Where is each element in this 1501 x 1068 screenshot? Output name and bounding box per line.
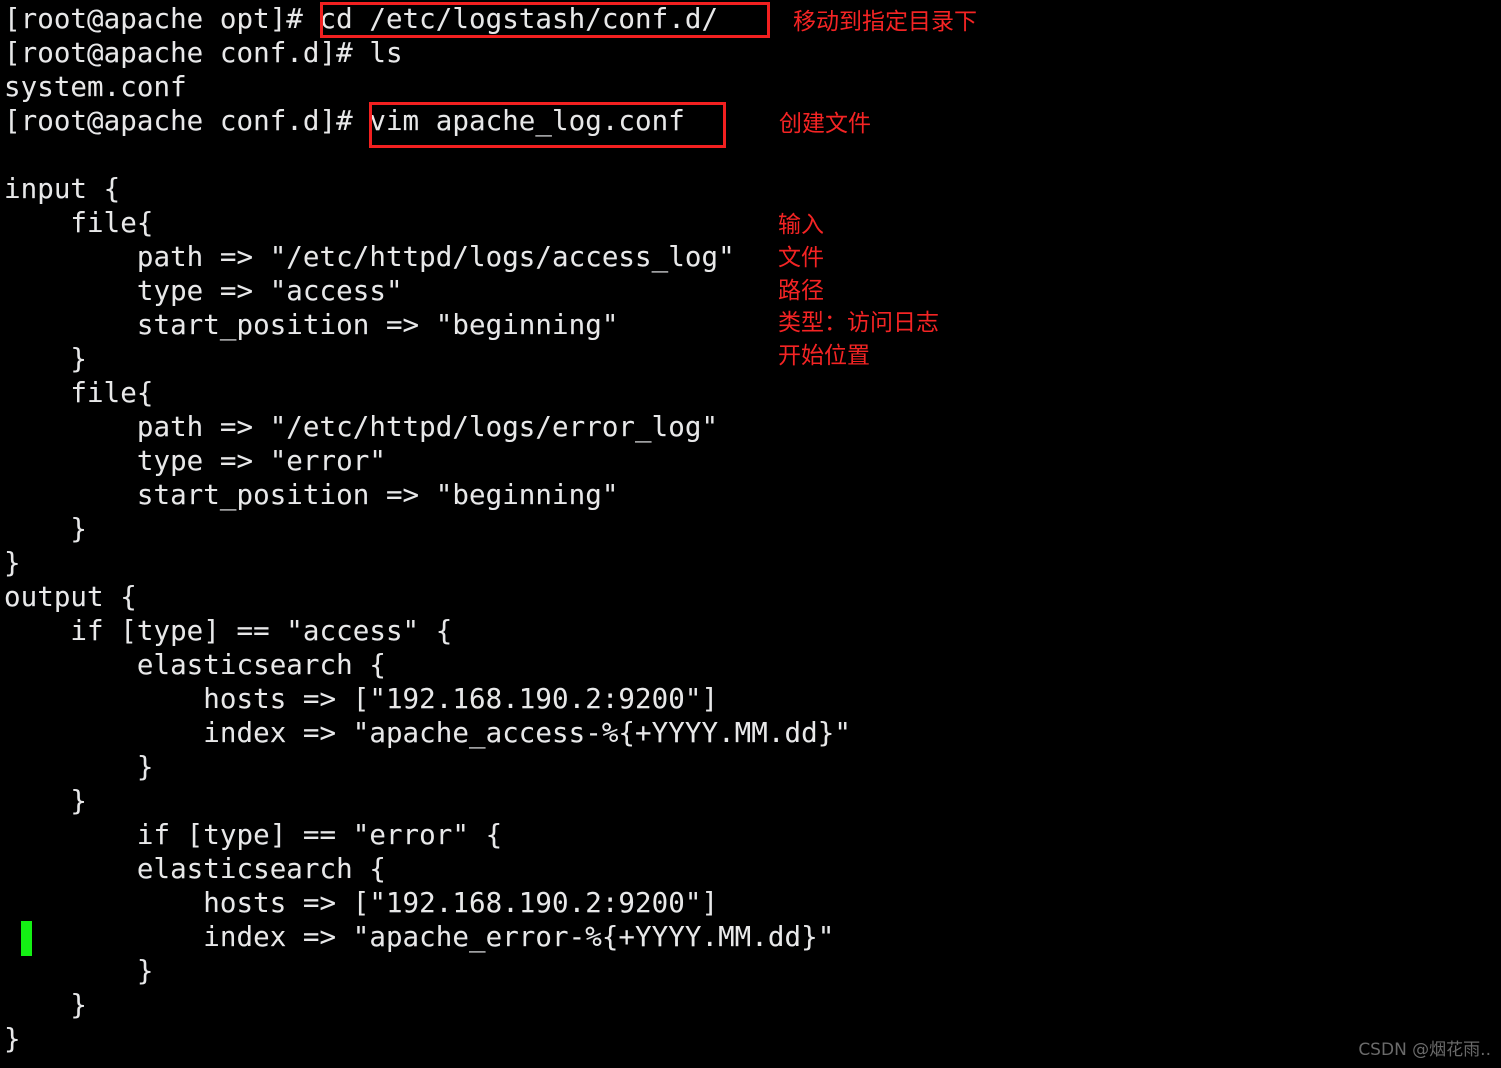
terminal-line: elasticsearch { bbox=[4, 853, 386, 885]
terminal-line: file{ bbox=[4, 377, 154, 409]
terminal-line: system.conf bbox=[4, 71, 187, 103]
terminal-line: } bbox=[4, 513, 88, 545]
terminal-line: if [type] == "error" { bbox=[4, 819, 503, 851]
terminal-line: [root@apache opt]# cd /etc/logstash/conf… bbox=[4, 3, 719, 35]
terminal-line: elasticsearch { bbox=[4, 649, 386, 681]
terminal-line: start_position => "beginning" bbox=[4, 479, 619, 511]
terminal-line: } bbox=[4, 989, 88, 1021]
terminal-line: hosts => ["192.168.190.2:9200"] bbox=[4, 683, 719, 715]
annotation-type-access-log: 类型：访问日志 bbox=[778, 310, 939, 336]
terminal-line: index => "apache_error-%{+YYYY.MM.dd}" bbox=[4, 921, 835, 953]
annotation-file: 文件 bbox=[778, 245, 824, 271]
terminal-line: } bbox=[4, 1023, 21, 1055]
annotation-path: 路径 bbox=[778, 278, 824, 304]
terminal-line: } bbox=[4, 343, 88, 375]
annotation-create-file: 创建文件 bbox=[779, 111, 871, 137]
terminal-line: start_position => "beginning" bbox=[4, 309, 619, 341]
annotation-input: 输入 bbox=[778, 212, 824, 238]
terminal-line: if [type] == "access" { bbox=[4, 615, 453, 647]
terminal-window: [root@apache opt]# cd /etc/logstash/conf… bbox=[0, 0, 1501, 1068]
terminal-line: output { bbox=[4, 581, 137, 613]
terminal-line: type => "error" bbox=[4, 445, 386, 477]
csdn-watermark: CSDN @烟花雨.. bbox=[1358, 1040, 1491, 1060]
terminal-line: path => "/etc/httpd/logs/access_log" bbox=[4, 241, 735, 273]
terminal-line: path => "/etc/httpd/logs/error_log" bbox=[4, 411, 719, 443]
annotation-start-position: 开始位置 bbox=[778, 343, 870, 369]
terminal-line: hosts => ["192.168.190.2:9200"] bbox=[4, 887, 719, 919]
terminal-line: file{ bbox=[4, 207, 154, 239]
vim-cursor-block bbox=[21, 921, 32, 956]
terminal-line: } bbox=[4, 751, 154, 783]
annotation-move-to-directory: 移动到指定目录下 bbox=[793, 9, 977, 35]
terminal-line: input { bbox=[4, 173, 121, 205]
terminal-line: type => "access" bbox=[4, 275, 403, 307]
terminal-line: } bbox=[4, 785, 88, 817]
terminal-line: index => "apache_access-%{+YYYY.MM.dd}" bbox=[4, 717, 851, 749]
terminal-line: } bbox=[4, 955, 154, 987]
terminal-line: [root@apache conf.d]# vim apache_log.con… bbox=[4, 105, 685, 137]
terminal-line: [root@apache conf.d]# ls bbox=[4, 37, 403, 69]
terminal-line: } bbox=[4, 547, 21, 579]
